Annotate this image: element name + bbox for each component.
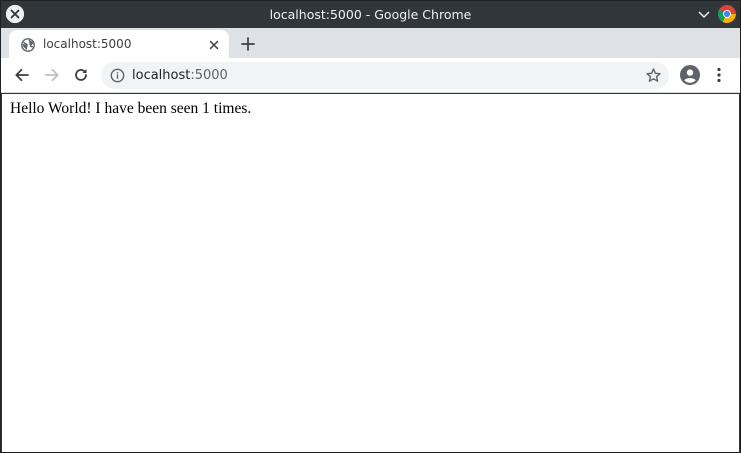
globe-icon xyxy=(21,37,35,52)
page-content: Hello World! I have been seen 1 times. xyxy=(2,94,739,452)
close-icon[interactable] xyxy=(6,5,24,23)
page-message: Hello World! I have been seen 1 times. xyxy=(10,100,252,117)
profile-button[interactable] xyxy=(680,65,700,85)
tab-title: localhost:5000 xyxy=(43,37,132,51)
star-icon[interactable] xyxy=(645,67,662,84)
arrow-left-icon xyxy=(15,68,29,82)
kebab-menu-icon[interactable] xyxy=(713,66,725,84)
forward-button[interactable] xyxy=(43,66,61,84)
url-port: :5000 xyxy=(190,68,228,83)
plus-icon xyxy=(241,37,255,51)
url-text[interactable]: localhost:5000 xyxy=(132,62,228,89)
back-button[interactable] xyxy=(13,66,31,84)
browser-window: localhost:5000 - Google Chrome localhost… xyxy=(0,0,741,453)
address-bar[interactable]: localhost:5000 xyxy=(101,62,669,89)
window-title: localhost:5000 - Google Chrome xyxy=(269,7,472,22)
chrome-logo-icon xyxy=(717,5,736,23)
tab-localhost[interactable]: localhost:5000 xyxy=(9,30,229,58)
title-bar: localhost:5000 - Google Chrome xyxy=(1,1,740,28)
arrow-right-icon xyxy=(45,68,59,82)
account-icon xyxy=(680,65,700,85)
reload-button[interactable] xyxy=(72,66,90,84)
reload-icon xyxy=(75,69,87,81)
chevron-down-icon[interactable] xyxy=(696,6,712,22)
tab-strip: localhost:5000 xyxy=(1,28,740,58)
toolbar: localhost:5000 xyxy=(1,58,740,93)
new-tab-button[interactable] xyxy=(239,35,257,53)
info-icon[interactable] xyxy=(110,68,125,83)
url-host: localhost xyxy=(132,68,191,83)
tab-close-icon[interactable] xyxy=(207,37,221,51)
